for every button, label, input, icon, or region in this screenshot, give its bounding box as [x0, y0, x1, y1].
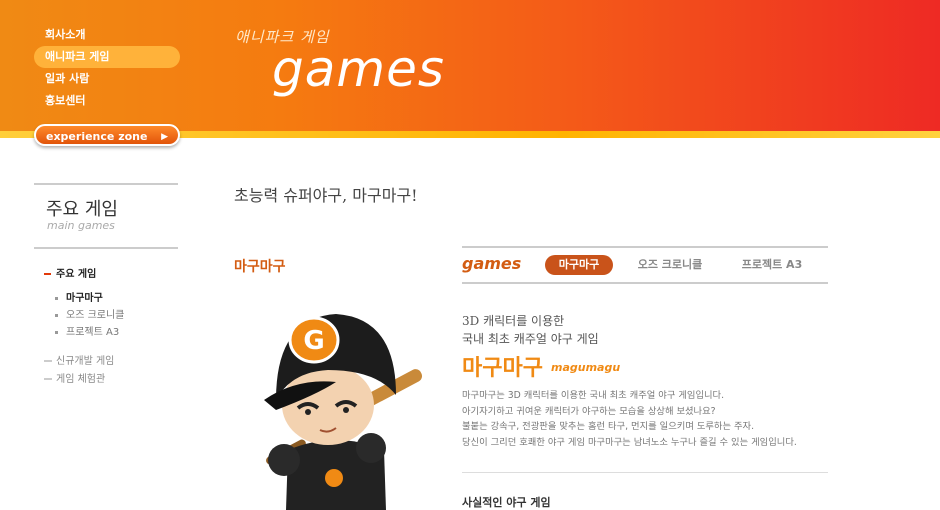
description-line: 마구마구는 3D 캐릭터를 이용한 국내 최초 캐주얼 야구 게임입니다.	[462, 390, 725, 401]
experience-zone-button[interactable]: experience zone ▶	[34, 124, 180, 146]
game-title: 마구마구	[234, 259, 286, 275]
dot-icon	[55, 330, 58, 334]
dot-icon	[55, 296, 58, 300]
game-name-english: magumagu	[551, 361, 621, 374]
sidebar-sub-label: 프로젝트 A3	[66, 327, 120, 338]
tagline-line-1: 3D 캐릭터를 이용한	[462, 314, 565, 328]
sidebar-item-game-experience[interactable]: 게임 체험관	[44, 371, 184, 389]
sidebar-item-main-games[interactable]: 주요 게임	[44, 266, 184, 284]
nav-people[interactable]: 일과 사람	[34, 68, 180, 90]
sidebar-menu: 주요 게임 마구마구 오즈 크로니클 프로젝트 A3 신규개발 게임 게임 체험…	[44, 266, 184, 389]
nav-pr[interactable]: 홍보센터	[34, 90, 180, 112]
sidebar-main-label: 주요 게임	[56, 269, 97, 280]
baseball-character-illustration: G	[264, 314, 423, 510]
bullet-icon	[44, 273, 51, 275]
section-heading: 사실적인 야구 게임	[462, 496, 551, 509]
game-tagline: 3D 캐릭터를 이용한 국내 최초 캐주얼 야구 게임	[462, 312, 599, 348]
sidebar-item-magumagu[interactable]: 마구마구	[44, 290, 184, 307]
sidebar-other-label: 신규개발 게임	[56, 356, 115, 367]
nav-company[interactable]: 회사소개	[34, 24, 180, 46]
sidebar-item-new-games[interactable]: 신규개발 게임	[44, 353, 184, 371]
sidebar-item-oz-chronicle[interactable]: 오즈 크로니클	[44, 307, 184, 324]
dot-icon	[55, 313, 58, 317]
tab-project-a3[interactable]: 프로젝트 A3	[732, 255, 812, 275]
game-description: 마구마구는 3D 캐릭터를 이용한 국내 최초 캐주얼 야구 게임입니다. 아기…	[462, 388, 832, 450]
brand-games-logo: games	[272, 40, 445, 98]
svg-text:G: G	[303, 326, 324, 356]
tab-magumagu[interactable]: 마구마구	[545, 255, 613, 275]
top-nav: 회사소개 애니파크 게임 일과 사람 홍보센터	[34, 24, 180, 112]
sidebar-title: 주요 게임	[46, 199, 118, 220]
description-line: 아기자기하고 귀여운 캐릭터가 야구하는 모습을 상상해 보셨나요?	[462, 405, 716, 417]
dash-icon	[44, 378, 52, 380]
description-line: 불붙는 강속구, 전광판을 맞추는 홈런 타구, 먼지를 일으키며 도루하는 주…	[462, 421, 755, 432]
chevron-right-icon: ▶	[161, 132, 168, 142]
games-tab-label: games	[462, 254, 522, 273]
sidebar-subtitle: main games	[47, 219, 115, 232]
dash-icon	[44, 360, 52, 362]
nav-games[interactable]: 애니파크 게임	[34, 46, 180, 68]
game-name: 마구마구	[462, 356, 543, 381]
page-headline: 초능력 슈퍼야구, 마구마구!	[234, 186, 418, 205]
sidebar-title-box: 주요 게임 main games	[34, 183, 178, 249]
section-divider	[462, 472, 828, 473]
sidebar-item-project-a3[interactable]: 프로젝트 A3	[44, 324, 184, 341]
games-tab-bar: games 마구마구 오즈 크로니클 프로젝트 A3	[462, 246, 828, 284]
tab-oz-chronicle[interactable]: 오즈 크로니클	[630, 255, 710, 275]
sidebar-sub-label: 마구마구	[66, 293, 103, 304]
description-line: 당신이 그리던 호쾌한 야구 게임 마구마구는 남녀노소 누구나 즐길 수 있는…	[462, 436, 797, 448]
sidebar-sub-label: 오즈 크로니클	[66, 310, 125, 321]
experience-zone-label: experience zone	[46, 130, 148, 143]
sidebar-other-label: 게임 체험관	[56, 374, 106, 385]
tagline-line-2: 국내 최초 캐주얼 야구 게임	[462, 332, 599, 346]
